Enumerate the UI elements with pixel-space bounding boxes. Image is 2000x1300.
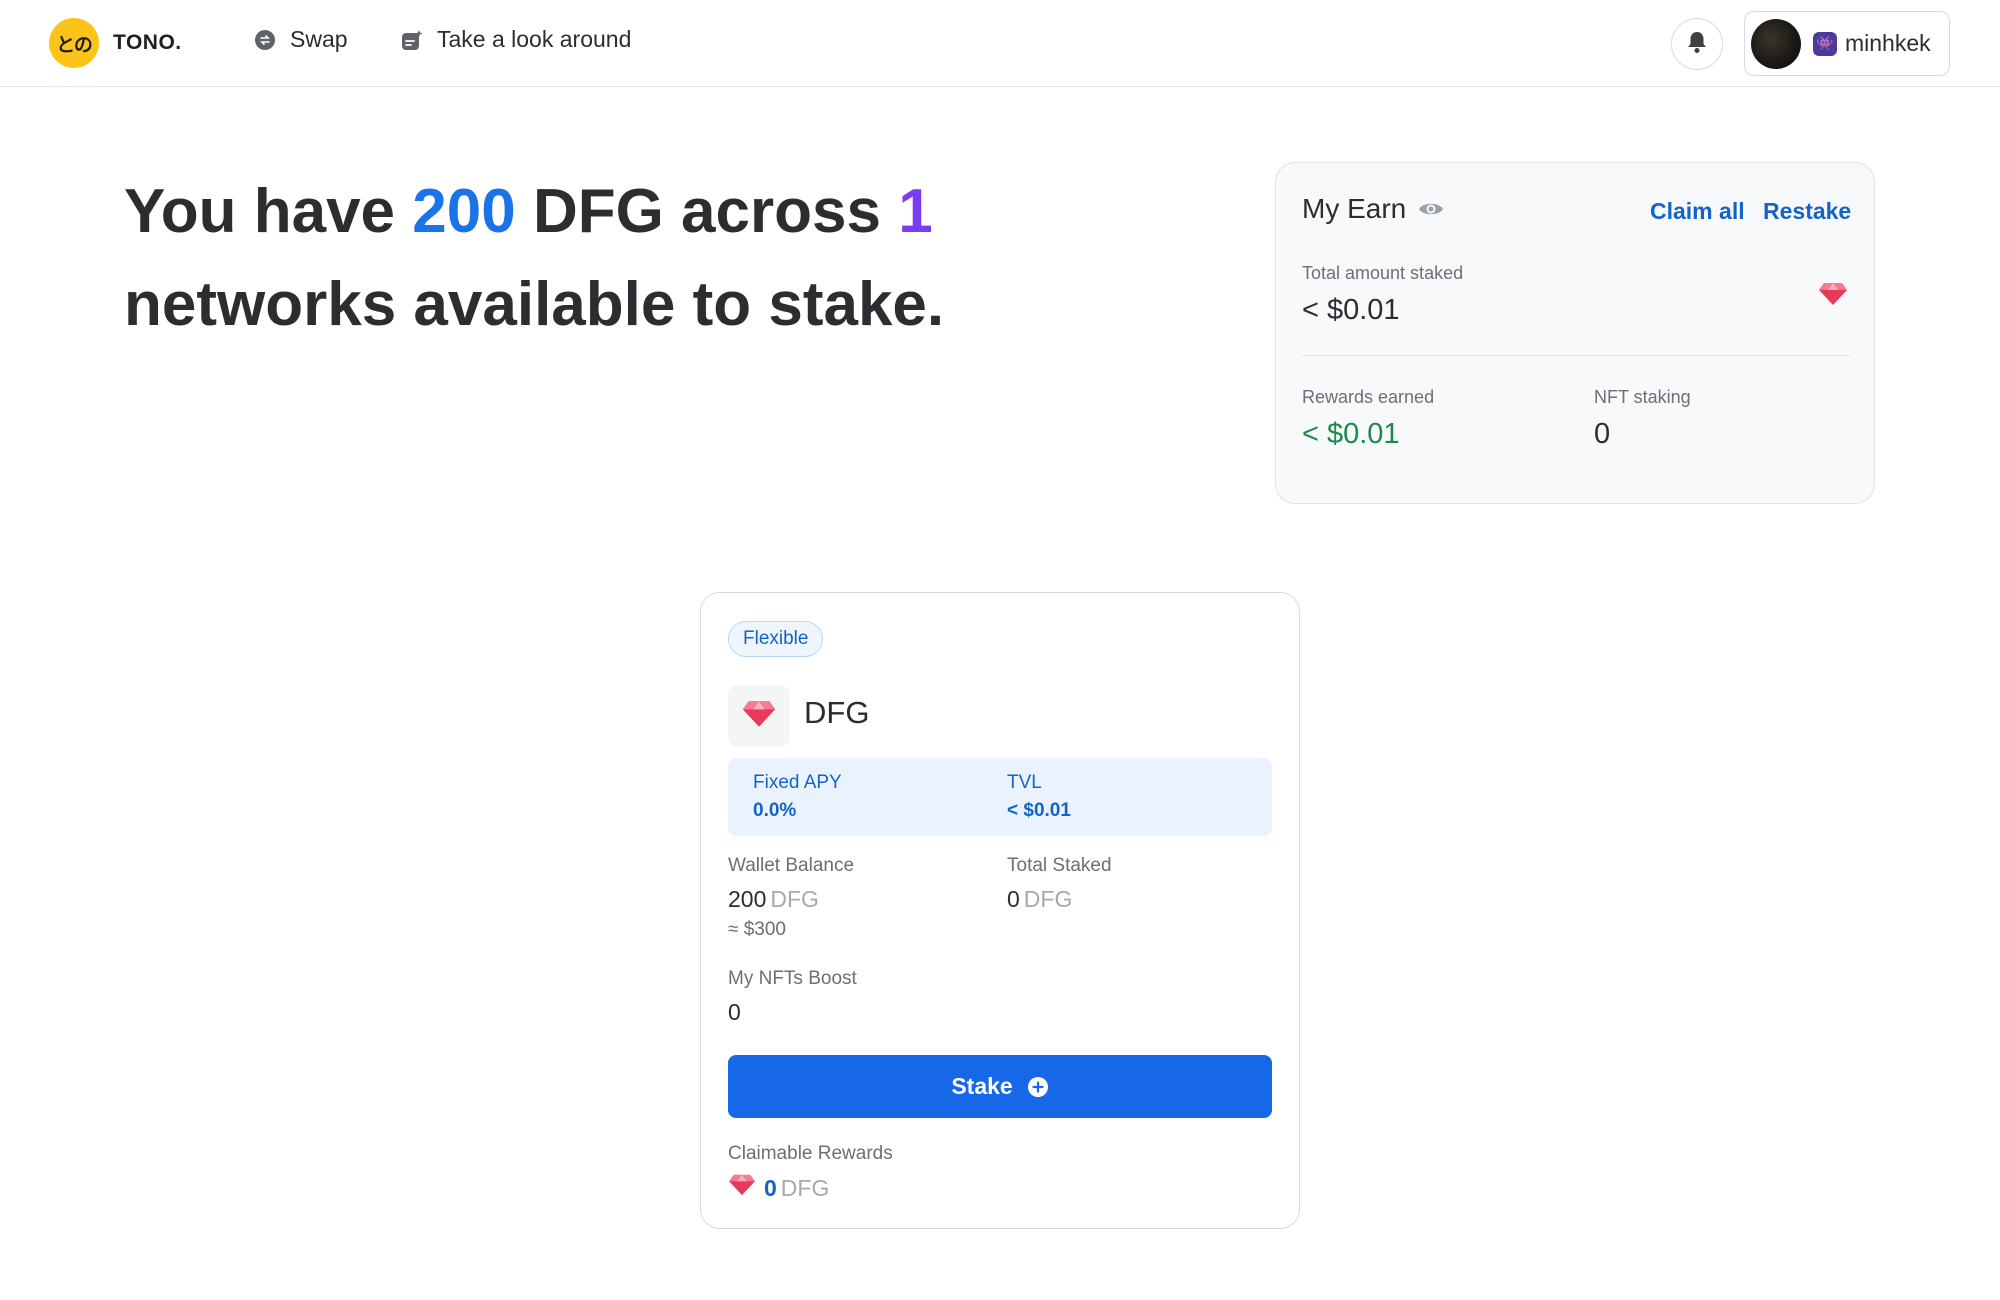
hero-text-2: DFG across xyxy=(515,177,899,246)
notifications-button[interactable] xyxy=(1671,18,1723,70)
nav-take-a-look-around[interactable]: Take a look around xyxy=(401,26,631,53)
gem-icon xyxy=(741,699,777,734)
restake-link[interactable]: Restake xyxy=(1763,198,1851,225)
claimable-rewards-value: 0 DFG xyxy=(728,1173,829,1203)
stake-pool-card: Flexible DFG Fixed APY 0.0% TVL < $0.01 … xyxy=(700,592,1300,1229)
my-earn-title-text: My Earn xyxy=(1302,193,1407,224)
bell-icon xyxy=(1686,30,1708,59)
hero-heading: You have 200 DFG across 1 networks avail… xyxy=(124,165,1024,351)
rewards-earned-value: < $0.01 xyxy=(1302,418,1400,450)
top-header: との TONO. Swap Take a look around 👾 minhk… xyxy=(0,0,2000,87)
total-staked-amount: 0 xyxy=(1007,886,1020,912)
hero-text-1: You have xyxy=(124,177,413,246)
my-earn-title: My Earn xyxy=(1302,193,1444,225)
apy-tvl-box: Fixed APY 0.0% TVL < $0.01 xyxy=(728,758,1272,836)
hero-networks-count: 1 xyxy=(898,177,933,246)
fixed-apy-label: Fixed APY xyxy=(753,772,842,793)
claimable-rewards-label: Claimable Rewards xyxy=(728,1143,893,1164)
wallet-balance-label: Wallet Balance xyxy=(728,855,855,876)
flexible-badge: Flexible xyxy=(728,621,824,657)
stake-button[interactable]: Stake xyxy=(728,1055,1272,1118)
claim-all-link[interactable]: Claim all xyxy=(1650,198,1745,225)
nfts-boost-value: 0 xyxy=(728,999,741,1025)
nav-take-a-look-label: Take a look around xyxy=(437,26,632,52)
claimable-amount: 0 xyxy=(764,1174,777,1201)
wallet-balance-unit: DFG xyxy=(770,886,819,912)
stake-button-label: Stake xyxy=(951,1073,1013,1099)
logo-badge: との xyxy=(49,18,99,68)
nfts-boost-label: My NFTs Boost xyxy=(728,968,857,989)
tvl-value: < $0.01 xyxy=(1007,800,1071,821)
user-account-button[interactable]: 👾 minhkek xyxy=(1744,11,1950,76)
tvl-label: TVL xyxy=(1007,772,1042,793)
earn-divider xyxy=(1302,355,1850,356)
token-icon-box xyxy=(728,685,790,747)
nft-staking-label: NFT staking xyxy=(1594,387,1691,407)
logo-text: TONO. xyxy=(113,31,182,54)
total-staked-label: Total Staked xyxy=(1007,855,1112,876)
fixed-apy-value: 0.0% xyxy=(753,800,797,821)
explore-icon xyxy=(401,29,423,51)
avatar xyxy=(1751,18,1801,69)
token-name: DFG xyxy=(804,695,870,730)
my-earn-card: My Earn Claim all Restake Total amount s… xyxy=(1275,162,1875,504)
logo[interactable]: との TONO. xyxy=(49,18,182,68)
total-staked-value: 0 DFG xyxy=(1007,886,1072,913)
wallet-balance-amount: 200 xyxy=(728,886,767,912)
hero-amount: 200 xyxy=(412,177,516,246)
rewards-earned-label: Rewards earned xyxy=(1302,387,1435,407)
user-name: minhkek xyxy=(1845,30,1931,56)
nft-staking-value: 0 xyxy=(1594,418,1611,450)
nav-swap-label: Swap xyxy=(290,26,348,52)
gem-icon xyxy=(728,1173,756,1203)
claimable-unit: DFG xyxy=(780,1174,830,1201)
hero-text-3: networks available to stake. xyxy=(124,270,945,339)
eye-icon[interactable] xyxy=(1418,200,1444,218)
plus-circle-icon xyxy=(1027,1076,1049,1098)
swap-icon xyxy=(254,29,276,51)
gem-icon xyxy=(1818,281,1848,312)
wallet-balance-value: 200 DFG xyxy=(728,886,819,913)
wallet-balance-usd: ≈ $300 xyxy=(728,919,786,940)
user-alien-icon: 👾 xyxy=(1813,31,1837,56)
total-staked-unit: DFG xyxy=(1023,886,1073,912)
total-staked-label: Total amount staked xyxy=(1302,263,1464,283)
total-staked-value: < $0.01 xyxy=(1302,294,1400,326)
nav-swap[interactable]: Swap xyxy=(254,26,348,53)
